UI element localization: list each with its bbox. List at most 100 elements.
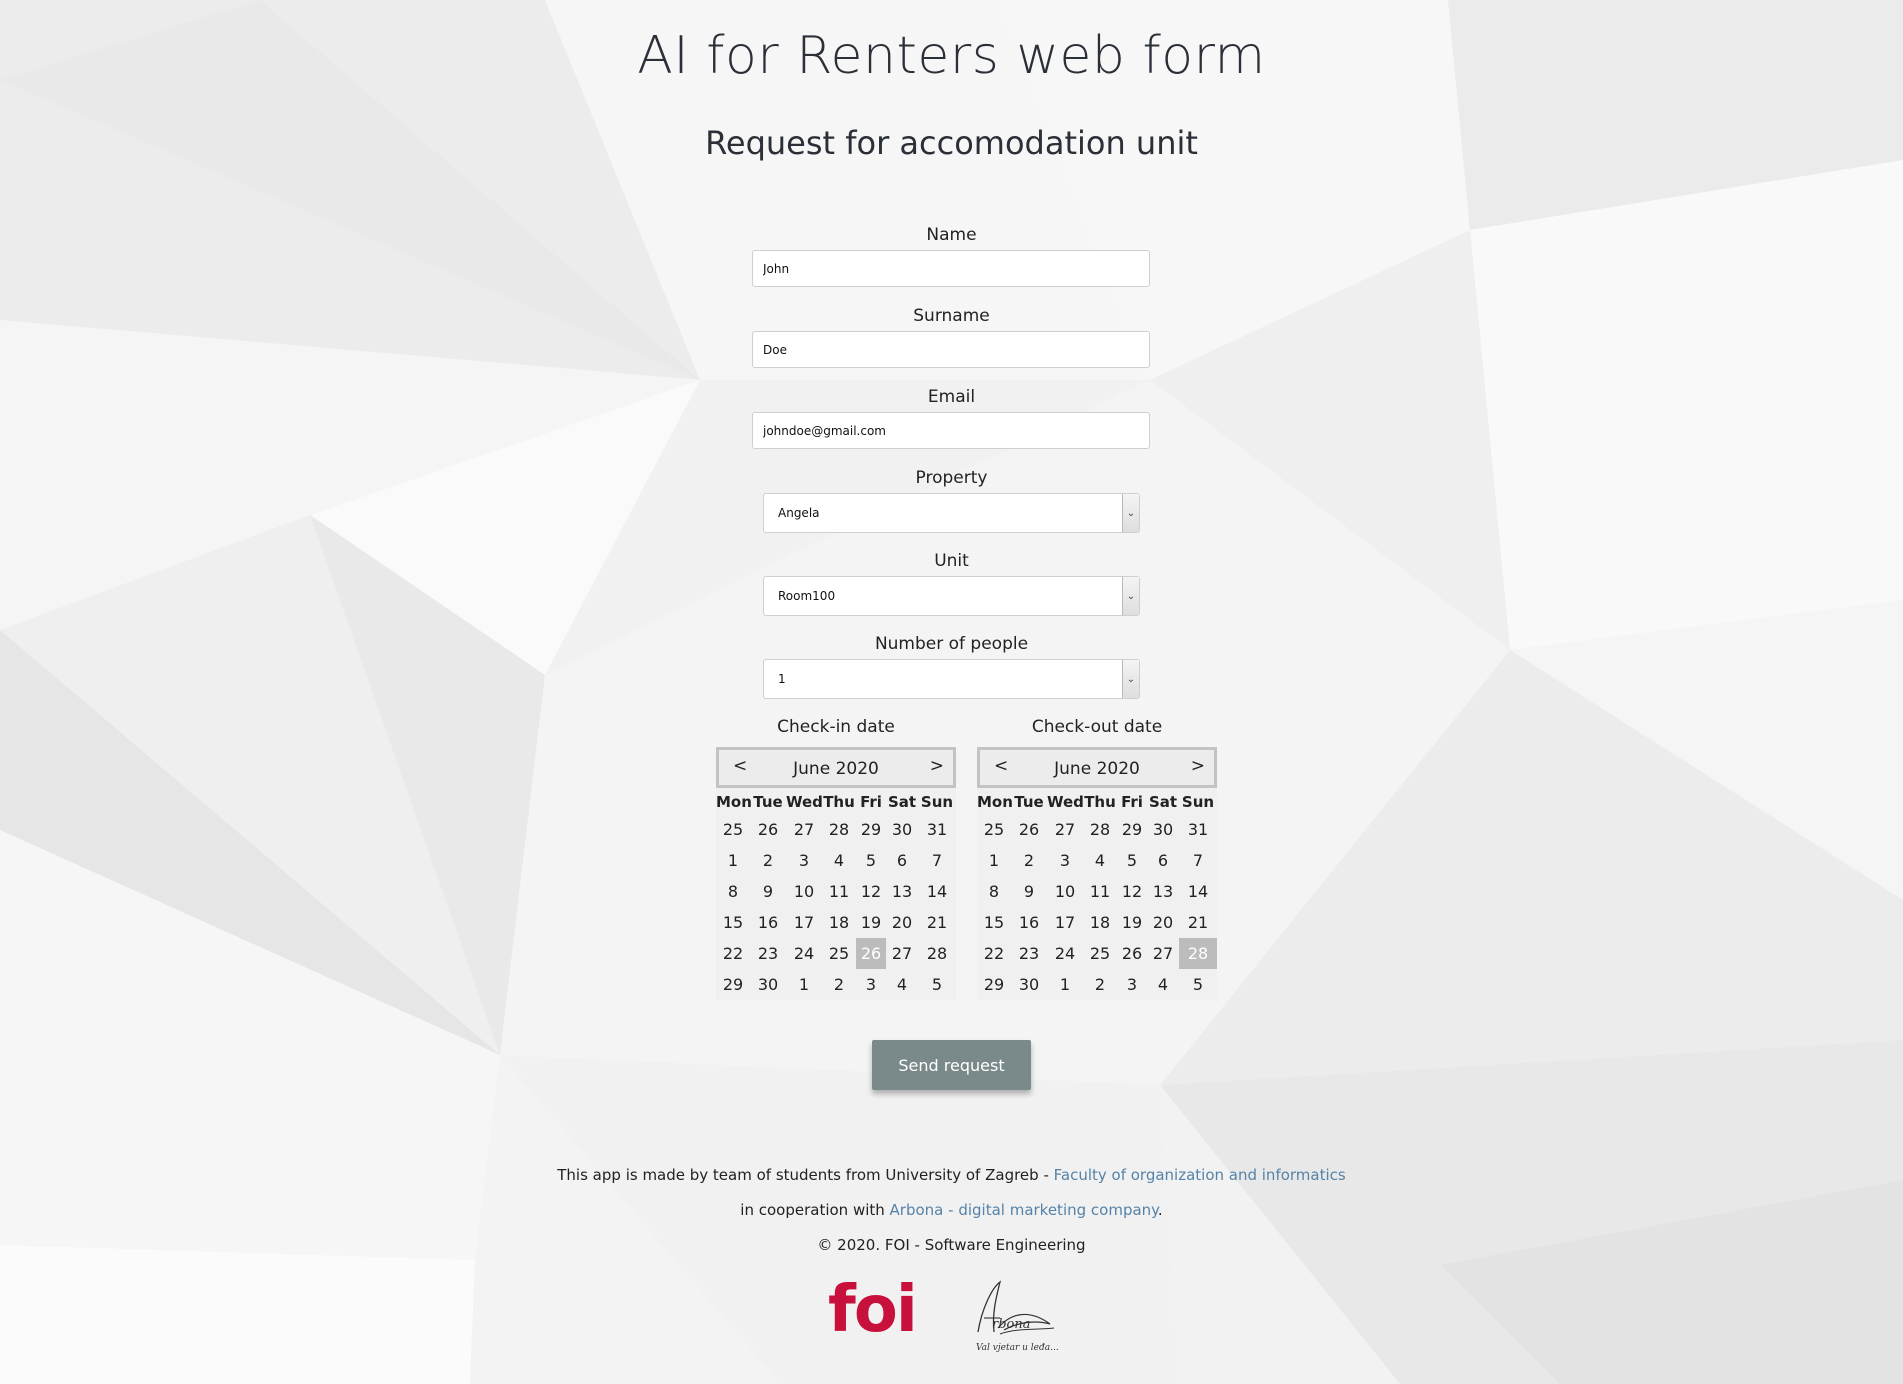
calendar-day[interactable]: 12 xyxy=(1117,876,1147,907)
calendar-day[interactable]: 2 xyxy=(1011,845,1047,876)
calendar-day[interactable]: 25 xyxy=(1083,938,1117,969)
calendar-day[interactable]: 22 xyxy=(716,938,750,969)
calendar-day[interactable]: 12 xyxy=(856,876,886,907)
calendar-day[interactable]: 31 xyxy=(918,814,956,845)
calendar-day[interactable]: 9 xyxy=(1011,876,1047,907)
calendar-day[interactable]: 4 xyxy=(1147,969,1179,1000)
calendar-day[interactable]: 2 xyxy=(1083,969,1117,1000)
calendar-day[interactable]: 3 xyxy=(856,969,886,1000)
calendar-day[interactable]: 8 xyxy=(977,876,1011,907)
calendar-day[interactable]: 3 xyxy=(1047,845,1083,876)
calendar-day[interactable]: 5 xyxy=(1179,969,1217,1000)
foi-logo[interactable]: foi xyxy=(828,1278,918,1342)
calendar-day[interactable]: 16 xyxy=(1011,907,1047,938)
calendar-day[interactable]: 17 xyxy=(1047,907,1083,938)
calendar-day[interactable]: 7 xyxy=(1179,845,1217,876)
surname-input[interactable] xyxy=(752,331,1150,368)
calendar-day[interactable]: 23 xyxy=(750,938,786,969)
calendar-day[interactable]: 30 xyxy=(1147,814,1179,845)
calendar-day[interactable]: 14 xyxy=(1179,876,1217,907)
email-input[interactable] xyxy=(752,412,1150,449)
calendar-day[interactable]: 15 xyxy=(977,907,1011,938)
calendar-day[interactable]: 29 xyxy=(977,969,1011,1000)
calendar-day[interactable]: 26 xyxy=(1011,814,1047,845)
arbona-link[interactable]: Arbona - digital marketing company xyxy=(890,1201,1158,1219)
arbona-logo[interactable]: rbona Val vjetar u leđa... xyxy=(970,1278,1058,1354)
calendar-day[interactable]: 1 xyxy=(716,845,750,876)
calendar-day[interactable]: 5 xyxy=(1117,845,1147,876)
calendar-day[interactable]: 1 xyxy=(1047,969,1083,1000)
calendar-day[interactable]: 29 xyxy=(716,969,750,1000)
calendar-day[interactable]: 3 xyxy=(1117,969,1147,1000)
chevron-down-icon[interactable]: ⌄ xyxy=(1122,660,1139,698)
calendar-day[interactable]: 27 xyxy=(786,814,822,845)
calendar-day[interactable]: 1 xyxy=(786,969,822,1000)
calendar-day[interactable]: 16 xyxy=(750,907,786,938)
calendar-day[interactable]: 1 xyxy=(977,845,1011,876)
calendar-day[interactable]: 18 xyxy=(1083,907,1117,938)
calendar-day[interactable]: 27 xyxy=(1047,814,1083,845)
foi-link[interactable]: Faculty of organization and informatics xyxy=(1054,1166,1346,1184)
calendar-day[interactable]: 30 xyxy=(750,969,786,1000)
chevron-down-icon[interactable]: ⌄ xyxy=(1122,494,1139,532)
calendar-day[interactable]: 18 xyxy=(822,907,856,938)
calendar-day[interactable]: 24 xyxy=(1047,938,1083,969)
calendar-day[interactable]: 17 xyxy=(786,907,822,938)
calendar-day[interactable]: 9 xyxy=(750,876,786,907)
calendar-day[interactable]: 28 xyxy=(918,938,956,969)
calendar-day[interactable]: 2 xyxy=(750,845,786,876)
calendar-day[interactable]: 25 xyxy=(822,938,856,969)
calendar-day[interactable]: 22 xyxy=(977,938,1011,969)
calendar-day[interactable]: 26 xyxy=(750,814,786,845)
name-input[interactable] xyxy=(752,250,1150,287)
next-month-button[interactable]: > xyxy=(930,756,944,776)
calendar-day[interactable]: 26 xyxy=(1117,938,1147,969)
calendar-day[interactable]: 29 xyxy=(1117,814,1147,845)
calendar-day[interactable]: 13 xyxy=(1147,876,1179,907)
unit-select[interactable]: Room100 ⌄ xyxy=(763,576,1140,616)
calendar-day[interactable]: 27 xyxy=(1147,938,1179,969)
calendar-day[interactable]: 3 xyxy=(786,845,822,876)
send-request-button[interactable]: Send request xyxy=(872,1040,1031,1090)
calendar-day[interactable]: 24 xyxy=(786,938,822,969)
calendar-day[interactable]: 2 xyxy=(822,969,856,1000)
calendar-day[interactable]: 28 xyxy=(1083,814,1117,845)
calendar-day[interactable]: 7 xyxy=(918,845,956,876)
calendar-day[interactable]: 31 xyxy=(1179,814,1217,845)
calendar-day[interactable]: 27 xyxy=(886,938,918,969)
calendar-day[interactable]: 19 xyxy=(856,907,886,938)
calendar-day[interactable]: 30 xyxy=(1011,969,1047,1000)
property-select[interactable]: Angela ⌄ xyxy=(763,493,1140,533)
calendar-day[interactable]: 20 xyxy=(886,907,918,938)
calendar-day[interactable]: 6 xyxy=(1147,845,1179,876)
calendar-day[interactable]: 26 xyxy=(856,938,886,969)
calendar-day[interactable]: 14 xyxy=(918,876,956,907)
calendar-day[interactable]: 28 xyxy=(822,814,856,845)
calendar-day[interactable]: 30 xyxy=(886,814,918,845)
calendar-day[interactable]: 13 xyxy=(886,876,918,907)
chevron-down-icon[interactable]: ⌄ xyxy=(1122,577,1139,615)
calendar-day[interactable]: 4 xyxy=(886,969,918,1000)
calendar-day[interactable]: 25 xyxy=(977,814,1011,845)
calendar-day[interactable]: 29 xyxy=(856,814,886,845)
calendar-day[interactable]: 25 xyxy=(716,814,750,845)
calendar-day[interactable]: 10 xyxy=(1047,876,1083,907)
calendar-day[interactable]: 5 xyxy=(918,969,956,1000)
calendar-day[interactable]: 21 xyxy=(1179,907,1217,938)
calendar-day[interactable]: 11 xyxy=(822,876,856,907)
calendar-day[interactable]: 21 xyxy=(918,907,956,938)
calendar-day[interactable]: 8 xyxy=(716,876,750,907)
calendar-day[interactable]: 11 xyxy=(1083,876,1117,907)
calendar-day[interactable]: 6 xyxy=(886,845,918,876)
calendar-day[interactable]: 19 xyxy=(1117,907,1147,938)
calendar-day[interactable]: 10 xyxy=(786,876,822,907)
calendar-day[interactable]: 5 xyxy=(856,845,886,876)
people-select[interactable]: 1 ⌄ xyxy=(763,659,1140,699)
calendar-day[interactable]: 4 xyxy=(1083,845,1117,876)
calendar-day[interactable]: 23 xyxy=(1011,938,1047,969)
calendar-day[interactable]: 28 xyxy=(1179,938,1217,969)
calendar-day[interactable]: 4 xyxy=(822,845,856,876)
calendar-day[interactable]: 20 xyxy=(1147,907,1179,938)
calendar-day[interactable]: 15 xyxy=(716,907,750,938)
next-month-button[interactable]: > xyxy=(1191,756,1205,776)
